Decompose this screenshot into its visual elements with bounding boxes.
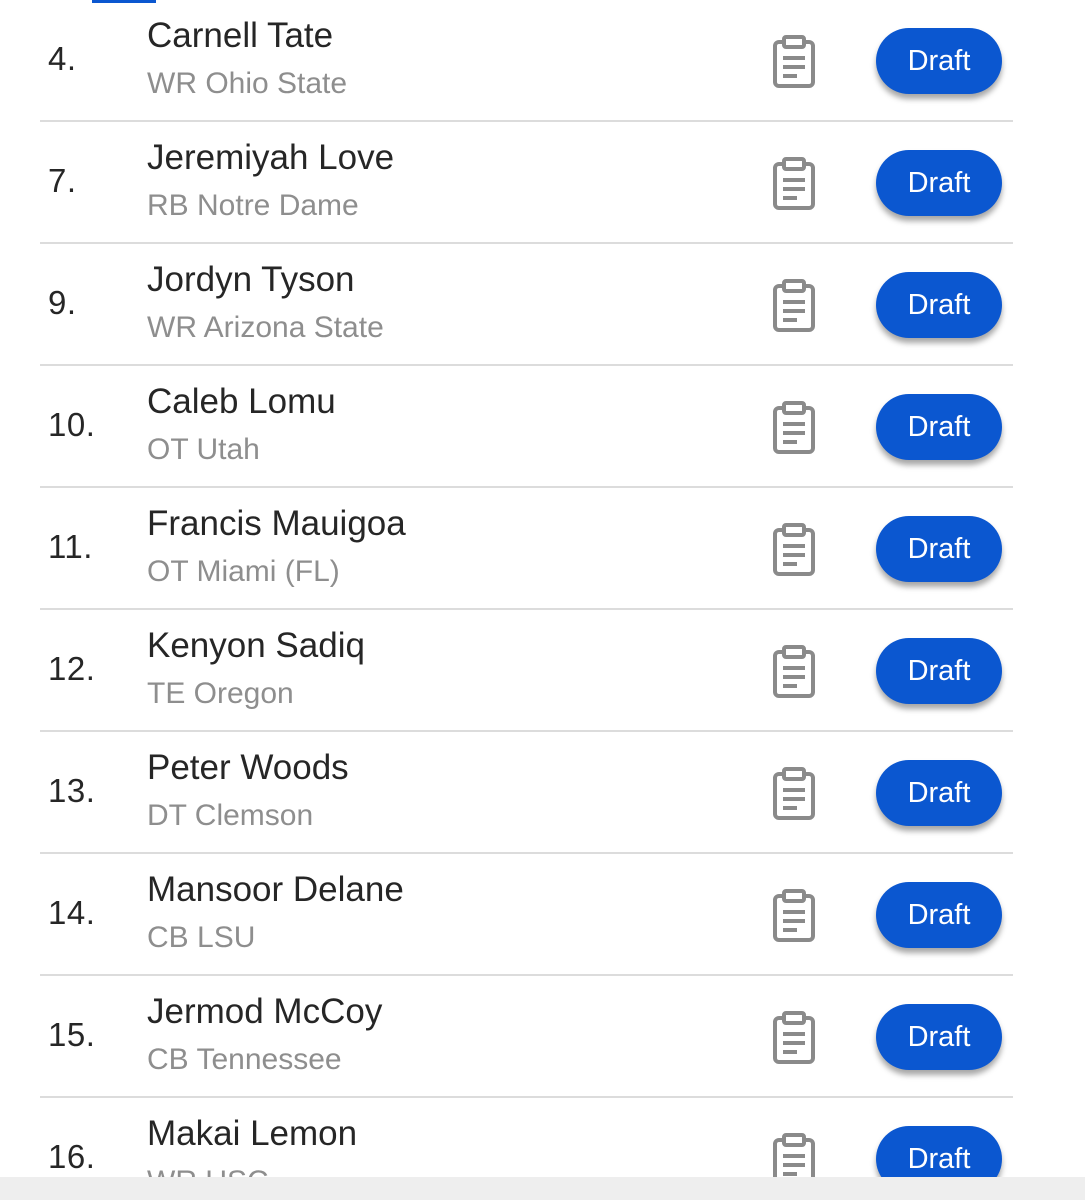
player-rank: 12. [48, 650, 96, 687]
player-list[interactable]: 4. Carnell Tate WR Ohio State Draft 7. J… [0, 0, 1085, 1177]
player-rank: 9. [48, 284, 77, 321]
player-name: Carnell Tate [147, 16, 334, 55]
player-rank: 7. [48, 162, 77, 199]
draft-button[interactable]: Draft [876, 272, 1002, 338]
player-rank: 11. [48, 528, 93, 565]
player-row: 4. Carnell Tate WR Ohio State Draft [40, 0, 1013, 122]
draft-button[interactable]: Draft [876, 638, 1002, 704]
draft-button[interactable]: Draft [876, 882, 1002, 948]
clipboard-icon[interactable] [770, 1009, 822, 1065]
player-name: Peter Woods [147, 748, 349, 787]
player-rank: 16. [48, 1138, 96, 1175]
player-position-school: DT Clemson [147, 799, 314, 832]
player-name: Francis Mauigoa [147, 504, 406, 543]
player-row: 16. Makai Lemon WR USC Draft [40, 1098, 1013, 1177]
player-position-school: CB LSU [147, 921, 256, 954]
player-row: 14. Mansoor Delane CB LSU Draft [40, 854, 1013, 976]
draft-button[interactable]: Draft [876, 28, 1002, 94]
player-rank: 14. [48, 894, 96, 931]
clipboard-icon[interactable] [770, 521, 822, 577]
player-name: Kenyon Sadiq [147, 626, 365, 665]
clipboard-icon[interactable] [770, 155, 822, 211]
player-name: Makai Lemon [147, 1114, 358, 1153]
draft-button[interactable]: Draft [876, 1004, 1002, 1070]
player-row: 9. Jordyn Tyson WR Arizona State Draft [40, 244, 1013, 366]
player-row: 15. Jermod McCoy CB Tennessee Draft [40, 976, 1013, 1098]
draft-button[interactable]: Draft [876, 760, 1002, 826]
player-row: 10. Caleb Lomu OT Utah Draft [40, 366, 1013, 488]
clipboard-icon[interactable] [770, 399, 822, 455]
clipboard-icon[interactable] [770, 887, 822, 943]
player-position-school: WR Ohio State [147, 67, 348, 100]
player-position-school: CB Tennessee [147, 1043, 342, 1076]
player-rank: 10. [48, 406, 96, 443]
draft-button[interactable]: Draft [876, 516, 1002, 582]
player-position-school: OT Miami (FL) [147, 555, 340, 588]
player-position-school: OT Utah [147, 433, 260, 466]
player-position-school: WR USC [147, 1165, 269, 1177]
player-rank: 13. [48, 772, 96, 809]
player-position-school: RB Notre Dame [147, 189, 359, 222]
player-name: Mansoor Delane [147, 870, 404, 909]
player-row: 7. Jeremiyah Love RB Notre Dame Draft [40, 122, 1013, 244]
draft-button[interactable]: Draft [876, 150, 1002, 216]
player-row: 11. Francis Mauigoa OT Miami (FL) Draft [40, 488, 1013, 610]
draft-button[interactable]: Draft [876, 394, 1002, 460]
bottom-bar [0, 1177, 1085, 1200]
clipboard-icon[interactable] [770, 765, 822, 821]
clipboard-icon[interactable] [770, 33, 822, 89]
draft-button[interactable]: Draft [876, 1126, 1002, 1177]
player-name: Caleb Lomu [147, 382, 336, 421]
player-position-school: WR Arizona State [147, 311, 384, 344]
player-name: Jermod McCoy [147, 992, 383, 1031]
player-row: 12. Kenyon Sadiq TE Oregon Draft [40, 610, 1013, 732]
player-rank: 15. [48, 1016, 96, 1053]
player-position-school: TE Oregon [147, 677, 294, 710]
player-rank: 4. [48, 40, 77, 77]
player-row: 13. Peter Woods DT Clemson Draft [40, 732, 1013, 854]
player-name: Jordyn Tyson [147, 260, 355, 299]
clipboard-icon[interactable] [770, 643, 822, 699]
clipboard-icon[interactable] [770, 1131, 822, 1177]
player-name: Jeremiyah Love [147, 138, 395, 177]
clipboard-icon[interactable] [770, 277, 822, 333]
